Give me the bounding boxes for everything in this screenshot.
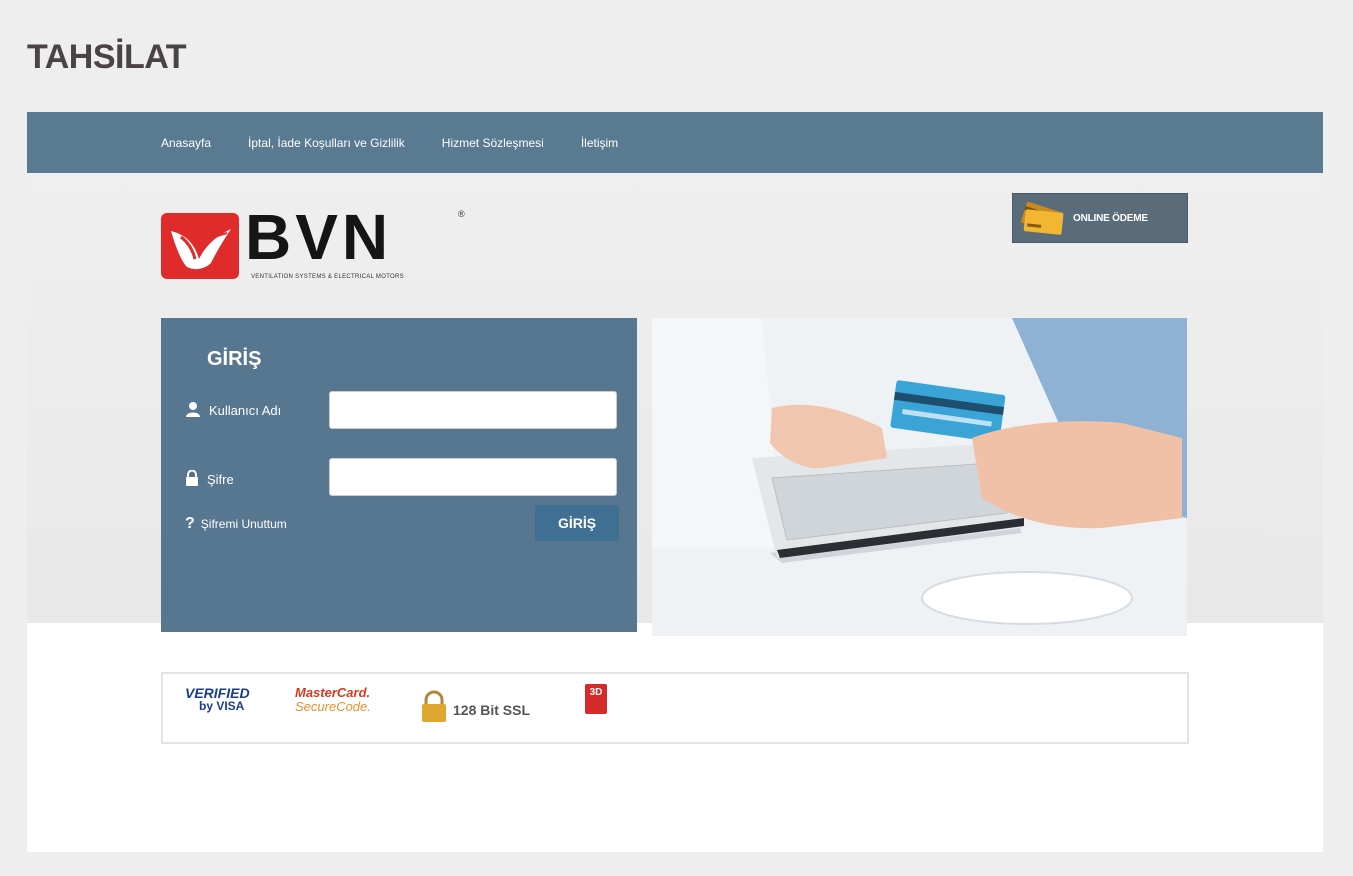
- security-seals-bar: VERIFIED by VISA MasterCard. SecureCode.…: [161, 672, 1189, 744]
- online-payment-button[interactable]: ONLINE ÖDEME: [1012, 193, 1188, 243]
- verified-by-visa-seal: VERIFIED by VISA: [185, 686, 250, 713]
- lock-icon: [185, 469, 199, 489]
- 3d-secure-badge: 3D: [585, 684, 607, 714]
- password-label-row: Şifre: [185, 469, 234, 489]
- password-label: Şifre: [207, 472, 234, 487]
- username-label-row: Kullanıcı Adı: [185, 401, 281, 420]
- nav-item-service-agreement[interactable]: Hizmet Sözleşmesi: [442, 136, 544, 150]
- logo-wordmark: BVN: [245, 201, 393, 273]
- mastercard-line-1: MasterCard.: [295, 685, 371, 700]
- eagle-logo-icon: [161, 213, 239, 279]
- padlock-icon: [419, 690, 449, 729]
- question-icon: ?: [185, 515, 195, 532]
- visa-line-1: VERIFIED: [185, 685, 250, 701]
- page-title: TAHSİLAT: [27, 38, 187, 76]
- forgot-password-label: Şifremi Unuttum: [200, 517, 287, 531]
- login-title: GİRİŞ: [207, 348, 262, 370]
- visa-line-2: by VISA: [199, 699, 245, 713]
- online-payment-label: ONLINE ÖDEME: [1073, 212, 1148, 224]
- brand-logo[interactable]: BVN ® VENTILATION SYSTEMS & ELECTRICAL M…: [161, 201, 471, 287]
- top-nav: Anasayfa İptal, İade Koşulları ve Gizlil…: [27, 112, 1323, 173]
- login-panel: GİRİŞ Kullanıcı Adı Şifre ? Şifremi Unut…: [161, 318, 637, 632]
- mastercard-securecode-seal: MasterCard. SecureCode.: [295, 686, 371, 715]
- credit-card-icon: [1017, 201, 1069, 235]
- ssl-seal: 128 Bit SSL: [419, 690, 530, 729]
- username-label: Kullanıcı Adı: [209, 403, 282, 418]
- logo-registered-mark: ®: [458, 209, 465, 219]
- login-submit-button[interactable]: GİRİŞ: [535, 505, 619, 541]
- username-input[interactable]: [329, 391, 617, 429]
- nav-item-cancellation[interactable]: İptal, İade Koşulları ve Gizlilik: [248, 136, 405, 150]
- nav-item-home[interactable]: Anasayfa: [161, 136, 211, 150]
- forgot-password-link[interactable]: ? Şifremi Unuttum: [185, 515, 287, 533]
- nav-item-contact[interactable]: İletişim: [581, 136, 618, 150]
- payment-photo: [652, 318, 1187, 636]
- 3d-badge-label: 3D: [585, 684, 607, 714]
- password-input[interactable]: [329, 458, 617, 496]
- ssl-label: 128 Bit SSL: [453, 701, 531, 718]
- mastercard-line-2: SecureCode.: [295, 699, 371, 714]
- logo-tagline: VENTILATION SYSTEMS & ELECTRICAL MOTORS: [251, 274, 404, 280]
- main-frame: Anasayfa İptal, İade Koşulları ve Gizlil…: [27, 112, 1323, 852]
- hero-section: BVN ® VENTILATION SYSTEMS & ELECTRICAL M…: [27, 173, 1323, 636]
- user-icon: [185, 401, 201, 420]
